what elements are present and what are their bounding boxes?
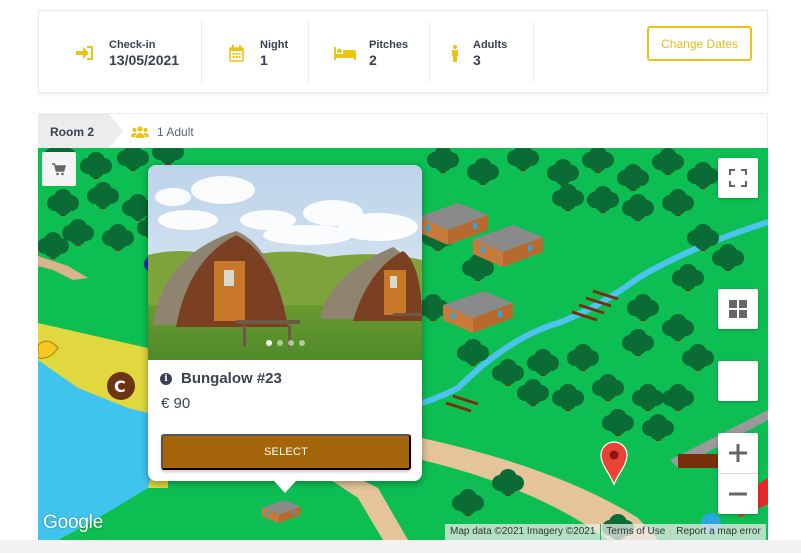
calendar-icon: [222, 44, 250, 62]
person-icon: [447, 44, 463, 62]
bungalow-name: Bungalow #23: [181, 370, 282, 387]
minus-icon: [729, 492, 747, 496]
campsite-map[interactable]: C Google Map data ©2021 Imagery ©2021 Te…: [38, 148, 768, 540]
checkin-value: 13/05/2021: [109, 51, 180, 68]
terms-link[interactable]: Terms of Use: [600, 524, 670, 540]
carousel-dot[interactable]: [299, 340, 305, 346]
room-tab-label: Room 2: [50, 124, 95, 139]
booking-summary: Check-in 13/05/2021 Night 1 Pitches 2 Ad…: [38, 10, 768, 93]
sign-in-icon: [71, 45, 99, 61]
checkin-label: Check-in: [109, 38, 156, 51]
cart-icon: [52, 162, 66, 175]
change-dates-button[interactable]: Change Dates: [647, 26, 752, 61]
street-view-button[interactable]: [718, 361, 758, 401]
bed-icon: [331, 46, 359, 60]
photo-image: [148, 165, 422, 360]
map-attribution: Map data ©2021 Imagery ©2021 Terms of Us…: [445, 524, 766, 540]
svg-text:C: C: [114, 377, 126, 396]
carousel-dot[interactable]: [288, 340, 294, 346]
zoom-out-button[interactable]: [718, 474, 758, 514]
nights-value: 1: [260, 51, 268, 68]
pitches-value: 2: [369, 51, 377, 68]
adults-label: Adults: [473, 38, 508, 51]
room-bar: Room 2 1 Adult: [38, 113, 768, 149]
summary-pitches: Pitches 2: [331, 21, 408, 85]
room-tab[interactable]: Room 2: [39, 114, 123, 149]
map-data-text: Map data ©2021 Imagery ©2021: [450, 526, 596, 537]
nights-label: Night: [260, 38, 289, 51]
users-icon: [131, 125, 149, 138]
summary-checkin: Check-in 13/05/2021: [71, 21, 179, 85]
cart-button[interactable]: [42, 152, 76, 186]
guests-label: 1 Adult: [157, 124, 194, 139]
pitches-label: Pitches: [369, 38, 409, 51]
bungalow-photo[interactable]: [148, 165, 422, 360]
summary-nights: Night 1: [222, 21, 288, 85]
select-button[interactable]: SELECT: [161, 434, 411, 470]
map-marker-icon[interactable]: [599, 440, 629, 486]
photo-carousel-dots: [266, 340, 305, 346]
carousel-dot[interactable]: [277, 340, 283, 346]
divider: [429, 21, 430, 83]
divider: [201, 21, 202, 83]
adults-value: 3: [473, 51, 481, 68]
map-type-button[interactable]: [718, 289, 758, 329]
summary-adults: Adults 3: [447, 21, 507, 85]
fullscreen-button[interactable]: [718, 158, 758, 198]
google-logo[interactable]: Google: [43, 512, 103, 534]
plus-icon: [729, 444, 747, 462]
info-window: i Bungalow #23 € 90 SELECT: [148, 165, 422, 493]
bungalow-title: i Bungalow #23: [160, 370, 282, 387]
zoom-control: [718, 433, 758, 514]
fullscreen-icon: [729, 169, 747, 187]
divider: [308, 21, 309, 83]
bungalow-price: € 90: [161, 395, 191, 412]
zoom-in-button[interactable]: [718, 433, 758, 473]
carousel-dot[interactable]: [266, 340, 272, 346]
grid-icon: [729, 300, 747, 318]
divider: [533, 21, 534, 83]
report-error-link[interactable]: Report a map error: [670, 524, 765, 540]
info-icon[interactable]: i: [160, 372, 172, 385]
room-guests: 1 Adult: [131, 114, 194, 149]
